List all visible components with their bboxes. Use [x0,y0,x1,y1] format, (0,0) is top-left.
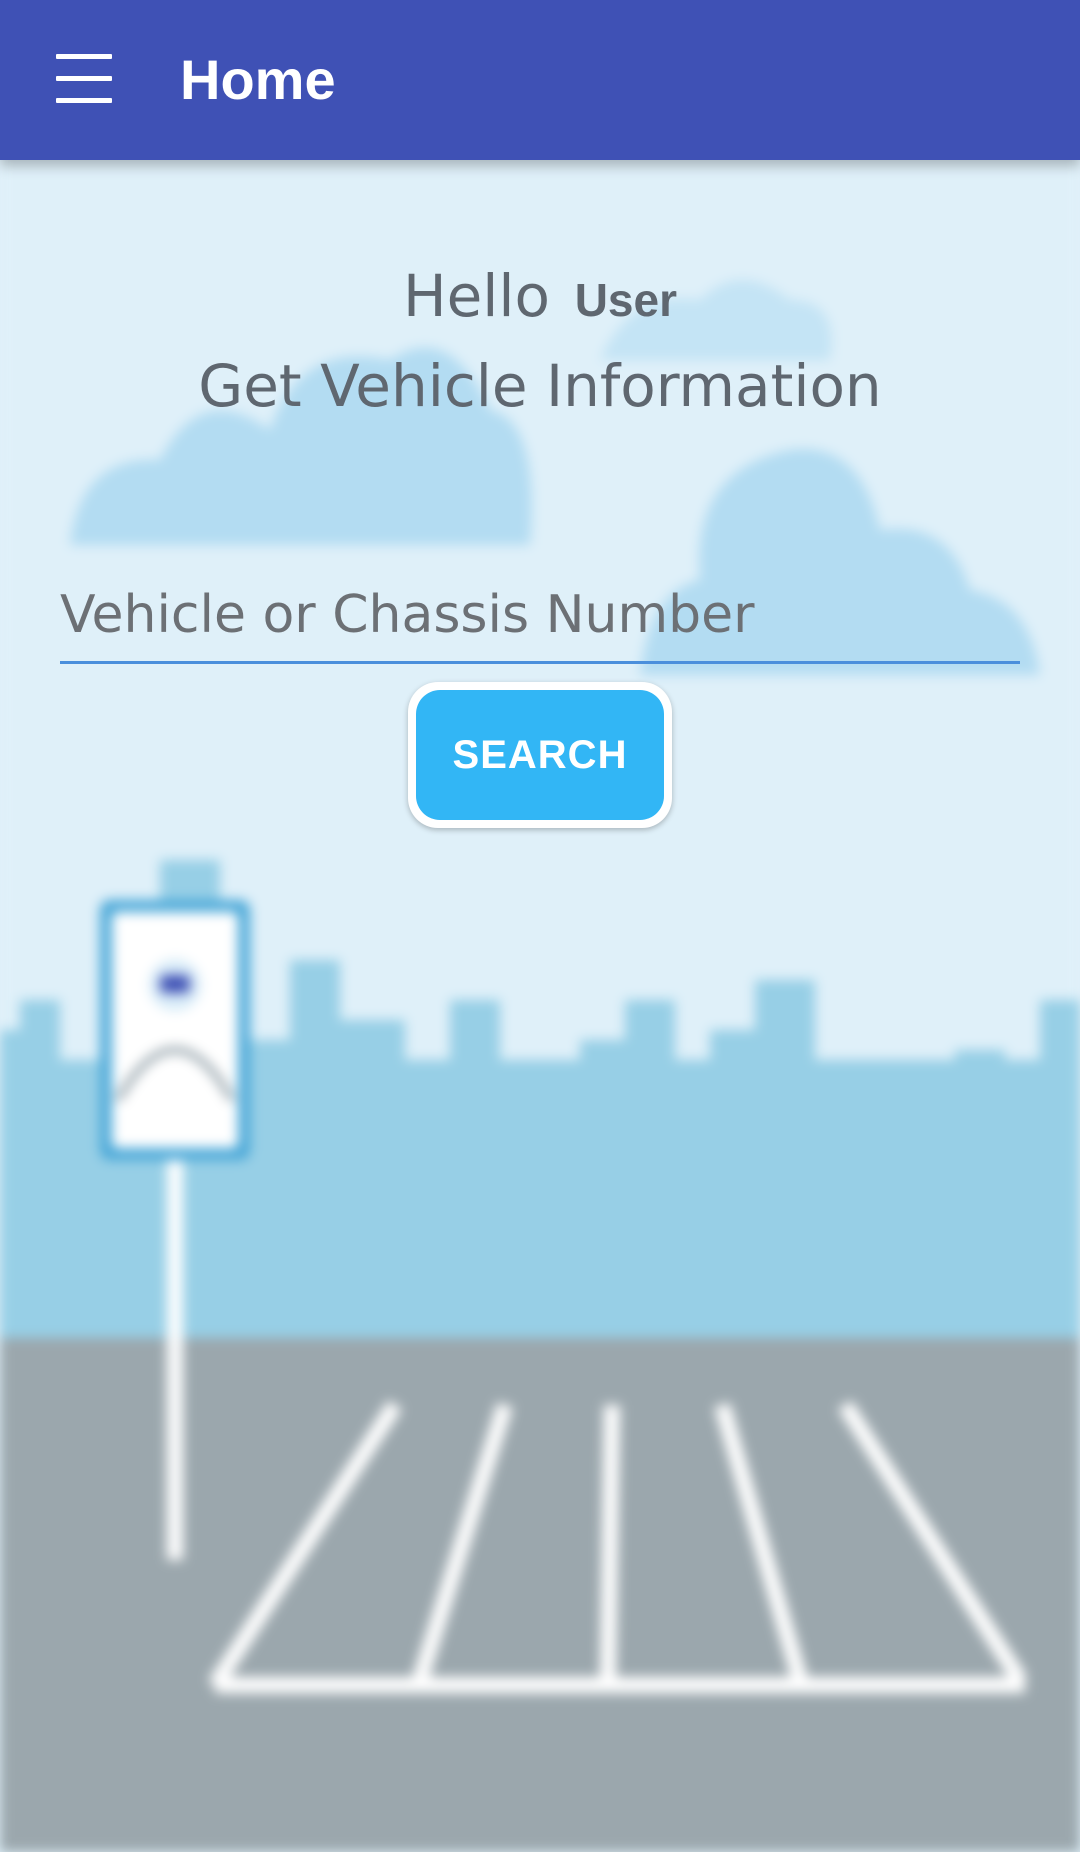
home-screen: Home Hello User Get Vehicle Information … [0,0,1080,1852]
vehicle-number-input[interactable] [60,568,1020,664]
app-bar: Home [0,0,1080,160]
page-title: Home [180,48,336,111]
search-button-frame: SEARCH [408,682,672,828]
vehicle-search-field [60,568,1020,668]
search-button[interactable]: SEARCH [416,690,664,820]
greeting-prefix: Hello [403,262,551,330]
greeting: Hello User [0,258,1080,338]
page-subtitle: Get Vehicle Information [198,352,882,420]
hamburger-menu-icon[interactable] [40,40,128,120]
road [0,1338,1080,1852]
user-name: User [574,274,677,326]
